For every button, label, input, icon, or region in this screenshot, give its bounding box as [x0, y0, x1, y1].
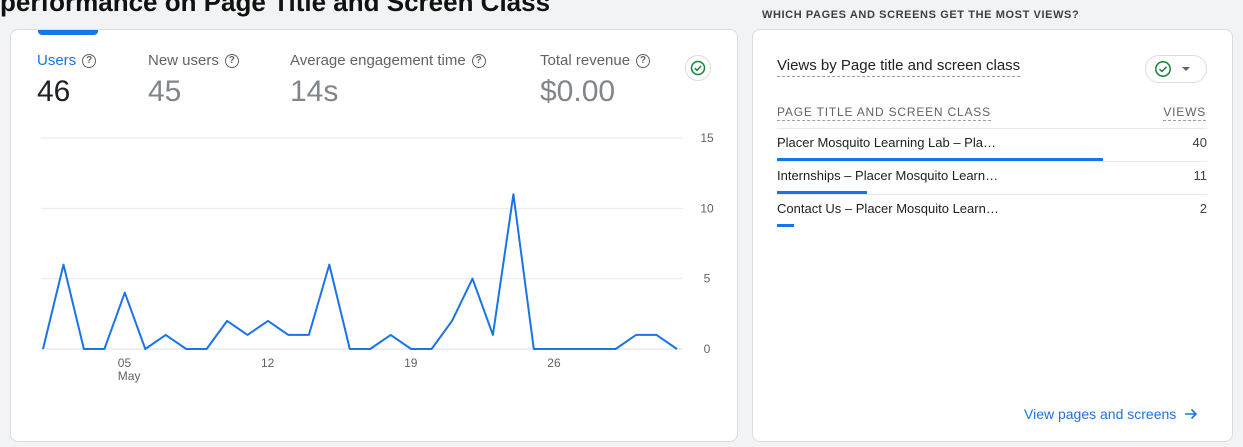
y-tick-label: 15 — [700, 131, 714, 145]
data-point[interactable] — [82, 347, 86, 351]
active-tab-indicator — [38, 30, 98, 35]
data-point[interactable] — [470, 277, 474, 281]
data-point[interactable] — [41, 347, 45, 351]
users-series-line[interactable] — [42, 193, 678, 350]
data-point[interactable] — [614, 347, 618, 351]
row-views: 2 — [1199, 201, 1207, 216]
y-tick-label: 10 — [700, 201, 714, 215]
x-tick-label: 05 — [118, 356, 132, 370]
data-point[interactable] — [409, 347, 413, 351]
metric-label: Users — [37, 52, 77, 69]
help-icon[interactable]: ? — [224, 53, 239, 68]
metric-value: 46 — [37, 75, 71, 108]
row-title: Internships – Placer Mosquito Learn… — [777, 168, 999, 183]
metric-new-users[interactable]: New users? 45 — [148, 52, 239, 109]
row-share-bar — [777, 224, 794, 227]
data-point[interactable] — [450, 319, 454, 323]
link-label: View pages and screens — [1024, 406, 1177, 422]
data-point[interactable] — [368, 347, 372, 351]
row-views: 40 — [1192, 135, 1207, 150]
y-tick-label: 5 — [704, 272, 711, 286]
metric-label: Average engagement time — [290, 52, 466, 69]
data-point[interactable] — [143, 347, 147, 351]
pages-card: Views by Page title and screen class PAG… — [752, 29, 1233, 442]
data-point[interactable] — [389, 333, 393, 337]
data-point[interactable] — [205, 347, 209, 351]
metric-label: Total revenue — [540, 52, 631, 69]
table-row[interactable]: Contact Us – Placer Mosquito Learn… 2 — [777, 194, 1207, 227]
section-question: WHICH PAGES AND SCREENS GET THE MOST VIE… — [762, 9, 1080, 21]
comparison-dropdown[interactable] — [1145, 55, 1207, 83]
data-point[interactable] — [123, 291, 127, 295]
metric-avg-engagement-time[interactable]: Average engagement time? 14s — [290, 52, 486, 109]
metric-value: 45 — [148, 75, 182, 108]
metric-total-revenue[interactable]: Total revenue? $0.00 — [540, 52, 651, 109]
row-title: Placer Mosquito Learning Lab – Pla… — [777, 135, 996, 150]
data-point[interactable] — [61, 263, 65, 267]
metrics-card: Users? 46 New users? 45 Average engageme… — [10, 29, 738, 442]
data-point[interactable] — [552, 347, 556, 351]
metric-users[interactable]: Users? 46 — [37, 52, 97, 109]
data-point[interactable] — [225, 319, 229, 323]
x-tick-label: 12 — [261, 356, 275, 370]
view-pages-link[interactable]: View pages and screens — [1024, 406, 1198, 422]
card-title[interactable]: Views by Page title and screen class — [777, 57, 1021, 77]
table-row[interactable]: Placer Mosquito Learning Lab – Pla… 40 — [777, 128, 1207, 161]
metric-value: 14s — [290, 75, 339, 108]
data-point[interactable] — [266, 319, 270, 323]
data-point[interactable] — [655, 333, 659, 337]
column-header-views[interactable]: VIEWS — [1163, 105, 1206, 121]
x-tick-label: 26 — [547, 356, 561, 370]
x-tick-sublabel: May — [118, 369, 141, 383]
x-tick-label: 19 — [404, 356, 418, 370]
help-icon[interactable]: ? — [636, 53, 651, 68]
data-point[interactable] — [102, 347, 106, 351]
data-point[interactable] — [675, 347, 679, 351]
y-tick-label: 0 — [704, 342, 711, 356]
row-title: Contact Us – Placer Mosquito Learn… — [777, 201, 999, 216]
metric-label: New users — [148, 52, 219, 69]
check-circle-icon — [1155, 61, 1171, 77]
data-point[interactable] — [307, 333, 311, 337]
column-header-title[interactable]: PAGE TITLE AND SCREEN CLASS — [777, 105, 991, 121]
analytics-page: performance on Page Title and Screen Cla… — [0, 0, 1243, 447]
arrow-right-icon — [1185, 408, 1198, 420]
data-point[interactable] — [286, 333, 290, 337]
data-point[interactable] — [532, 347, 536, 351]
help-icon[interactable]: ? — [82, 53, 97, 68]
data-point[interactable] — [184, 347, 188, 351]
data-point[interactable] — [430, 347, 434, 351]
data-point[interactable] — [164, 333, 168, 337]
data-point[interactable] — [348, 347, 352, 351]
data-point[interactable] — [491, 333, 495, 337]
data-point[interactable] — [511, 192, 515, 196]
check-circle-icon[interactable] — [685, 55, 711, 81]
users-line-chart: 15 10 5 0 05May 12 19 26 — [41, 131, 714, 383]
data-point[interactable] — [327, 263, 331, 267]
data-point[interactable] — [573, 347, 577, 351]
row-views: 11 — [1193, 168, 1208, 183]
page-heading: performance on Page Title and Screen Cla… — [0, 0, 551, 17]
data-point[interactable] — [246, 333, 250, 337]
table-row[interactable]: Internships – Placer Mosquito Learn… 11 — [777, 161, 1207, 194]
data-point[interactable] — [593, 347, 597, 351]
data-point[interactable] — [634, 333, 638, 337]
chevron-down-icon — [1182, 67, 1190, 71]
metric-value: $0.00 — [540, 75, 616, 108]
help-icon[interactable]: ? — [471, 53, 486, 68]
